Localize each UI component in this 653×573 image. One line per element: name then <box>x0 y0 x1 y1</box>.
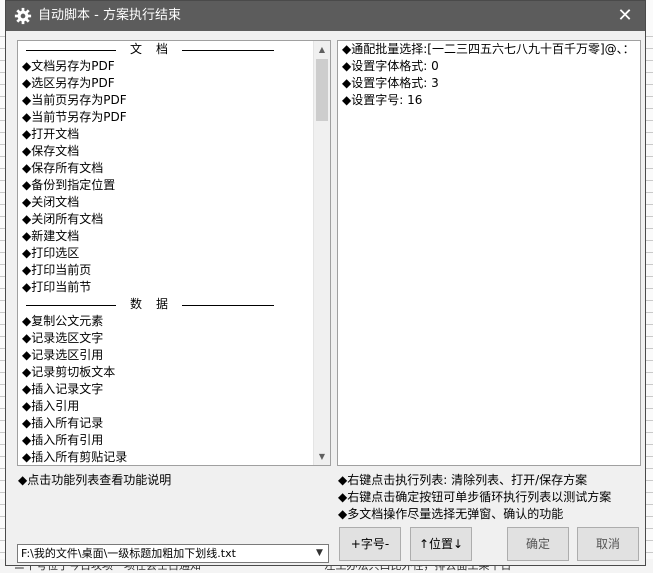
section-rule <box>182 50 274 51</box>
function-item[interactable]: ◆选区另存为PDF <box>18 75 314 92</box>
section-rule <box>26 50 116 51</box>
scheme-file-path: F:\我的文件\桌面\一级标题加粗加下划线.txt <box>21 547 236 560</box>
section-header-data: 数据 <box>18 296 314 313</box>
auto-script-dialog: 自动脚本 - 方案执行结束 ✕ 文档 ◆文档另存为PDF ◆选区另存为PDF ◆… <box>5 0 646 566</box>
function-item[interactable]: ◆记录选区引用 <box>18 347 314 364</box>
scrollbar-thumb[interactable] <box>316 59 328 121</box>
function-item[interactable]: ◆记录剪切板文本 <box>18 364 314 381</box>
close-button[interactable]: ✕ <box>605 1 645 31</box>
section-header-documents: 文档 <box>18 41 314 58</box>
scroll-down-arrow-icon[interactable]: ▼ <box>314 448 330 465</box>
background-document-edge-right <box>645 30 653 573</box>
function-item[interactable]: ◆打开文档 <box>18 126 314 143</box>
function-item[interactable]: ◆保存文档 <box>18 143 314 160</box>
position-button[interactable]: ↑位置↓ <box>410 527 472 561</box>
chevron-down-icon[interactable]: ▼ <box>311 545 328 562</box>
function-item[interactable]: ◆打印当前节 <box>18 279 314 296</box>
execution-item[interactable]: ◆设置字体格式: 0 <box>338 58 640 75</box>
close-icon: ✕ <box>617 5 633 26</box>
hint-line: ◆多文档操作尽量选择无弹窗、确认的功能 <box>338 507 564 521</box>
function-item[interactable]: ◆打印当前页 <box>18 262 314 279</box>
function-item[interactable]: ◆当前页另存为PDF <box>18 92 314 109</box>
gear-icon <box>14 7 32 25</box>
ok-button[interactable]: 确定 <box>507 527 569 561</box>
scroll-up-arrow-icon[interactable]: ▲ <box>314 41 330 58</box>
section-rule <box>182 305 274 306</box>
function-item[interactable]: ◆插入所有引用 <box>18 432 314 449</box>
function-item[interactable]: ◆记录选区文字 <box>18 330 314 347</box>
function-item[interactable]: ◆插入记录文字 <box>18 381 314 398</box>
function-item[interactable]: ◆备份到指定位置 <box>18 177 314 194</box>
function-item[interactable]: ◆关闭文档 <box>18 194 314 211</box>
function-item[interactable]: ◆新建文档 <box>18 228 314 245</box>
hint-line: ◆右键点击确定按钮可单步循环执行列表以测试方案 <box>338 490 612 504</box>
window-title: 自动脚本 - 方案执行结束 <box>38 8 181 23</box>
function-item[interactable]: ◆保存所有文档 <box>18 160 314 177</box>
function-item[interactable]: ◆插入引用 <box>18 398 314 415</box>
function-item[interactable]: ◆文档另存为PDF <box>18 58 314 75</box>
cancel-button[interactable]: 取消 <box>577 527 639 561</box>
function-list[interactable]: 文档 ◆文档另存为PDF ◆选区另存为PDF ◆当前页另存为PDF ◆当前节另存… <box>17 40 331 466</box>
hint-line: ◆右键点击执行列表: 清除列表、打开/保存方案 <box>338 473 588 487</box>
section-rule <box>26 305 116 306</box>
section-label: 数据 <box>130 297 183 311</box>
function-list-items: 文档 ◆文档另存为PDF ◆选区另存为PDF ◆当前页另存为PDF ◆当前节另存… <box>18 41 314 465</box>
font-size-button[interactable]: +字号- <box>339 527 401 561</box>
function-item[interactable]: ◆插入所有记录 <box>18 415 314 432</box>
function-item[interactable]: ◆关闭所有文档 <box>18 211 314 228</box>
function-item[interactable]: ◆复制公文元素 <box>18 313 314 330</box>
function-item[interactable]: ◆插入所有剪贴记录 <box>18 449 314 465</box>
scheme-file-select[interactable]: F:\我的文件\桌面\一级标题加粗加下划线.txt ▼ <box>17 544 329 563</box>
title-bar[interactable]: 自动脚本 - 方案执行结束 ✕ <box>6 1 645 31</box>
function-list-hint: ◆点击功能列表查看功能说明 <box>18 473 172 487</box>
section-label: 文档 <box>130 42 183 56</box>
execution-item[interactable]: ◆设置字体格式: 3 <box>338 75 640 92</box>
execution-item[interactable]: ◆通配批量选择:[一二三四五六七八九十百千万零]@、： <box>338 41 640 58</box>
function-item[interactable]: ◆当前节另存为PDF <box>18 109 314 126</box>
function-item[interactable]: ◆打印选区 <box>18 245 314 262</box>
function-list-scrollbar[interactable]: ▲ ▼ <box>313 41 330 465</box>
execution-item[interactable]: ◆设置字号: 16 <box>338 92 640 109</box>
execution-list[interactable]: ◆通配批量选择:[一二三四五六七八九十百千万零]@、： ◆设置字体格式: 0 ◆… <box>337 40 641 466</box>
execution-list-hints: ◆右键点击执行列表: 清除列表、打开/保存方案 ◆右键点击确定按钮可单步循环执行… <box>338 472 611 523</box>
